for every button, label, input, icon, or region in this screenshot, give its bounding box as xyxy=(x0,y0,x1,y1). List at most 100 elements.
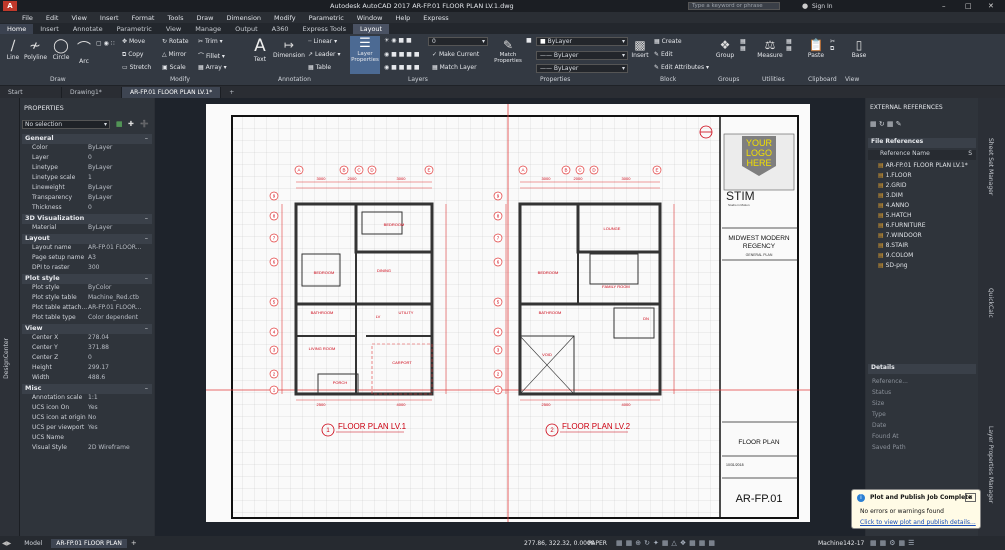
property-row[interactable]: Visual Style 2D Wireframe xyxy=(22,444,152,454)
doc-tab-floor-plan[interactable]: AR-FP.01 FLOOR PLAN LV.1* xyxy=(122,86,222,98)
notification-link[interactable]: Click to view plot and publish details..… xyxy=(860,519,976,526)
section-header[interactable]: Plot style – xyxy=(22,274,152,284)
section-header[interactable]: 3D Visualization – xyxy=(22,214,152,224)
menu-dimension[interactable]: Dimension xyxy=(226,14,261,22)
menu-modify[interactable]: Modify xyxy=(274,14,296,22)
section-header[interactable]: View – xyxy=(22,324,152,334)
text-button[interactable]: A Text xyxy=(250,36,270,63)
property-row[interactable]: Plot table attach... AR-FP.01 FLOOR... xyxy=(22,304,152,314)
edit-block-button[interactable]: ✎ Edit xyxy=(654,51,673,58)
circle-button[interactable]: ◯ Circle xyxy=(52,38,70,61)
layer-state-icons[interactable]: ☀ ◉ ■ ■ xyxy=(384,37,412,44)
panel-label-block[interactable]: Block xyxy=(660,76,676,83)
tab-manage[interactable]: Manage xyxy=(188,24,228,34)
menu-file[interactable]: File xyxy=(22,14,33,22)
layout-nav-icons[interactable]: ◀▶ xyxy=(2,540,11,547)
panel-label-properties[interactable]: Properties xyxy=(540,76,570,83)
property-row[interactable]: Height 299.17 xyxy=(22,364,152,374)
menu-tools[interactable]: Tools xyxy=(167,14,183,22)
menu-express[interactable]: Express xyxy=(423,14,448,22)
tab-view[interactable]: View xyxy=(159,24,188,34)
lineweight-dropdown[interactable]: —— ByLayer ▾ xyxy=(536,64,628,73)
layer-dropdown[interactable]: 0 ▾ xyxy=(428,37,488,46)
xref-list-item[interactable]: ▤ 3.DIM xyxy=(878,192,903,199)
copy-button[interactable]: ⧉ Copy xyxy=(122,51,143,59)
layer-properties-manager-tab[interactable]: Layer Properties Manager xyxy=(987,426,994,503)
close-icon[interactable]: ✕ xyxy=(988,2,994,10)
measure-button[interactable]: ⚖ Measure xyxy=(756,38,784,59)
add-layout-button[interactable]: + xyxy=(131,539,137,547)
polyline-button[interactable]: ≁ Polyline xyxy=(24,38,47,61)
xref-list-item[interactable]: ▤ 6.FURNITURE xyxy=(878,222,926,229)
paste-button[interactable]: 📋 Paste xyxy=(806,38,826,59)
sheet-set-manager-tab[interactable]: Sheet Set Manager xyxy=(987,138,994,195)
property-row[interactable]: Material ByLayer xyxy=(22,224,152,234)
layer-tools-row3[interactable]: ◉ ■ ■ ■ ■ xyxy=(384,64,420,71)
designcenter-strip[interactable]: DesignCenter xyxy=(0,98,20,536)
panel-label-utilities[interactable]: Utilities xyxy=(762,76,785,83)
menu-help[interactable]: Help xyxy=(395,14,410,22)
section-header[interactable]: Misc – xyxy=(22,384,152,394)
panel-label-groups[interactable]: Groups xyxy=(718,76,739,83)
property-row[interactable]: Layout name AR-FP.01 FLOOR... xyxy=(22,244,152,254)
quickcalc-tab[interactable]: QuickCalc xyxy=(987,288,994,318)
xref-list-item[interactable]: ▤ 5.HATCH xyxy=(878,212,911,219)
maximize-icon[interactable]: □ xyxy=(965,2,972,10)
property-row[interactable]: UCS icon at origin No xyxy=(22,414,152,424)
property-row[interactable]: Plot style table Machine_Red.ctb xyxy=(22,294,152,304)
line-button[interactable]: ∕ Line xyxy=(4,38,22,61)
tab-annotate[interactable]: Annotate xyxy=(66,24,110,34)
selection-dropdown[interactable]: No selection ▾ xyxy=(22,120,110,129)
tab-parametric[interactable]: Parametric xyxy=(110,24,159,34)
xref-list-item[interactable]: ▤ 7.WINDOOR xyxy=(878,232,922,239)
layer-tools-row2[interactable]: ◉ ■ ■ ■ ■ xyxy=(384,51,420,58)
tab-model[interactable]: Model xyxy=(19,539,47,548)
menu-window[interactable]: Window xyxy=(357,14,383,22)
insert-button[interactable]: ▩ Insert xyxy=(630,38,650,59)
select-objects-icon[interactable]: ✚ xyxy=(128,120,134,128)
property-row[interactable]: Color ByLayer xyxy=(22,144,152,154)
xref-list-item[interactable]: ▤ 1.FLOOR xyxy=(878,172,912,179)
menu-format[interactable]: Format xyxy=(132,14,155,22)
property-row[interactable]: Layer 0 xyxy=(22,154,152,164)
drawing-sheet[interactable]: A B C D E A B C D E 9 8 7 6 5 4 3 2 1 9 … xyxy=(146,94,816,524)
edit-attributes-button[interactable]: ✎ Edit Attributes ▾ xyxy=(654,64,709,71)
linear-button[interactable]: ┈ Linear ▾ xyxy=(308,38,337,45)
doc-tab-drawing1[interactable]: Drawing1* xyxy=(62,86,122,98)
property-row[interactable]: Center Y 371.88 xyxy=(22,344,152,354)
property-row[interactable]: Annotation scale 1:1 xyxy=(22,394,152,404)
fillet-button[interactable]: ⌒ Fillet ▾ xyxy=(198,51,225,60)
clipboard-icons[interactable]: ✂ ⧉ xyxy=(830,38,835,53)
paper-toggle[interactable]: PAPER xyxy=(588,540,607,547)
plot-notification[interactable]: i Plot and Publish Job Complete ✕ No err… xyxy=(851,489,981,529)
array-button[interactable]: ▦ Array ▾ xyxy=(198,64,227,71)
xref-list-item[interactable]: ▤ 2.GRID xyxy=(878,182,907,189)
xref-list-item[interactable]: ▤ 9.COLOM xyxy=(878,252,913,259)
menu-draw[interactable]: Draw xyxy=(197,14,214,22)
match-layer-button[interactable]: ▦ Match Layer xyxy=(432,64,477,71)
tab-output[interactable]: Output xyxy=(228,24,265,34)
minimize-icon[interactable]: – xyxy=(942,2,946,10)
linetype-dropdown[interactable]: —— ByLayer ▾ xyxy=(536,51,628,60)
property-row[interactable]: Plot style ByColor xyxy=(22,284,152,294)
group-tools-icons[interactable]: ▦ ▦ xyxy=(740,38,746,52)
property-row[interactable]: Linetype ByLayer xyxy=(22,164,152,174)
panel-label-draw[interactable]: Draw xyxy=(50,76,66,83)
property-row[interactable]: Page setup name A3 xyxy=(22,254,152,264)
make-current-button[interactable]: ✓ Make Current xyxy=(432,51,479,58)
property-row[interactable]: Thickness 0 xyxy=(22,204,152,214)
tab-layout[interactable]: Layout xyxy=(353,24,390,34)
property-row[interactable]: UCS Name xyxy=(22,434,152,444)
match-properties-button[interactable]: ✎ Match Properties xyxy=(494,38,522,64)
xref-list-item[interactable]: ▤ 8.STAIR xyxy=(878,242,908,249)
notification-close-icon[interactable]: ✕ xyxy=(964,493,976,502)
tab-express-tools[interactable]: Express Tools xyxy=(296,24,353,34)
tab-layout-sheet[interactable]: AR-FP.01 FLOOR PLAN xyxy=(51,538,127,548)
table-button[interactable]: ▦ Table xyxy=(308,64,331,71)
draw-extra-icons[interactable]: ▢ ◉ ∷ xyxy=(96,40,115,47)
menu-edit[interactable]: Edit xyxy=(46,14,59,22)
mirror-button[interactable]: △ Mirror xyxy=(162,51,186,58)
sign-in-link[interactable]: Sign In xyxy=(812,3,833,10)
menu-parametric[interactable]: Parametric xyxy=(309,14,344,22)
property-row[interactable]: UCS per viewport Yes xyxy=(22,424,152,434)
